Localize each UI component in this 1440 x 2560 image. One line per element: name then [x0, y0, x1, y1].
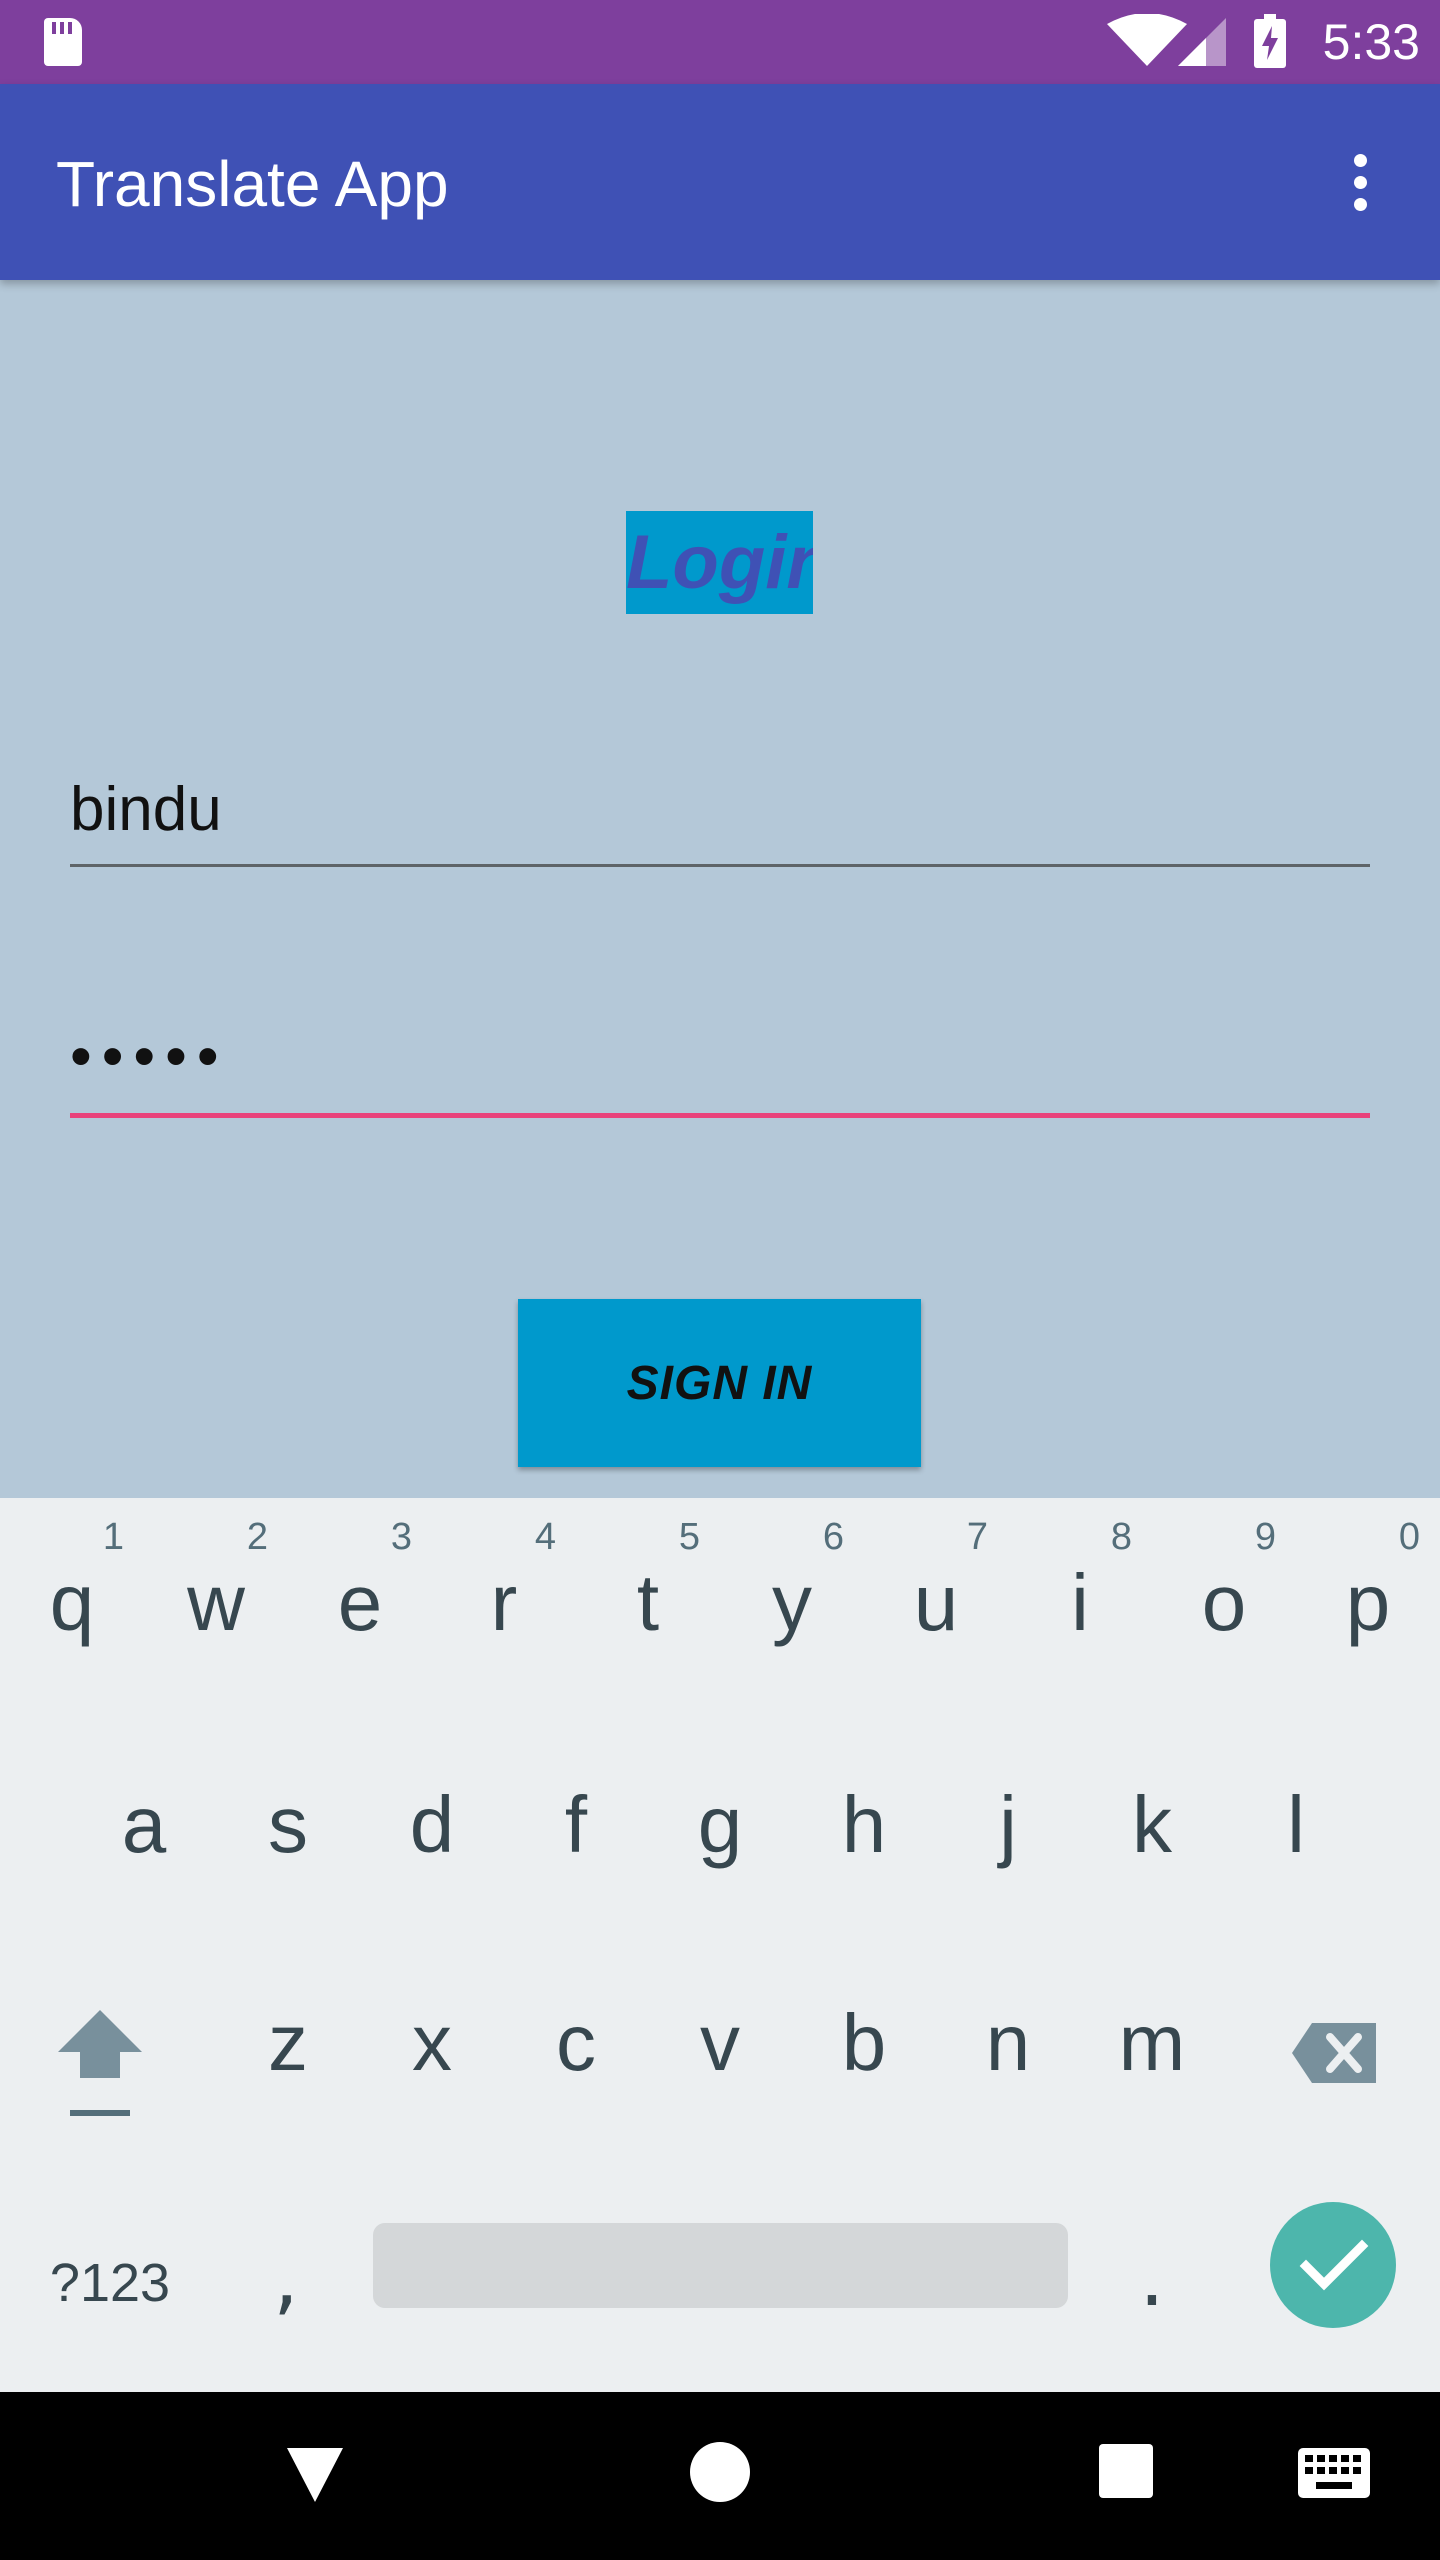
key-letter: z [268, 1998, 308, 2087]
key-letter: x [412, 1998, 452, 2087]
username-field[interactable] [70, 755, 1370, 867]
key-f[interactable]: f [504, 1720, 648, 1920]
key-e[interactable]: 3e [288, 1498, 432, 1698]
soft-keyboard: 1q2w3e4r5t6y7u8i9o0p a s d f g h j k l z x c v b nm ?… [0, 1498, 1440, 2392]
login-heading: Login [626, 511, 813, 614]
app-bar: Translate App [0, 84, 1440, 280]
recents-icon[interactable] [1099, 2444, 1153, 2498]
home-icon[interactable] [690, 2442, 750, 2502]
key-letter: w [187, 1558, 245, 1647]
key-p[interactable]: 0p [1296, 1498, 1440, 1698]
key-letter: a [121, 1780, 167, 1869]
more-vert-icon[interactable] [1330, 132, 1390, 232]
key-letter: s [268, 1780, 308, 1869]
comma-key[interactable]: , [236, 2218, 336, 2338]
keyboard-row-3: z x c v b nm [0, 1938, 1440, 2138]
key-d[interactable]: d [360, 1720, 504, 1920]
key-letter: p [1345, 1558, 1391, 1647]
key-letter: n [985, 1998, 1031, 2087]
key-letter: r [490, 1558, 518, 1647]
key-w[interactable]: 2w [144, 1498, 288, 1698]
spacebar[interactable] [373, 2223, 1068, 2308]
key-a[interactable]: a [72, 1720, 216, 1920]
enter-key[interactable] [1270, 2202, 1396, 2328]
symbols-key[interactable]: ?123 [30, 2243, 190, 2323]
key-m[interactable]: m [1080, 1938, 1224, 2138]
back-icon[interactable] [285, 2444, 345, 2504]
key-z[interactable]: z [216, 1938, 360, 2138]
navigation-bar [0, 2392, 1440, 2560]
signal-icon [1178, 18, 1226, 66]
key-letter: o [1201, 1558, 1247, 1647]
key-letter: u [913, 1558, 959, 1647]
key-s[interactable]: s [216, 1720, 360, 1920]
key-letter: l [1287, 1780, 1305, 1869]
shift-key-icon[interactable] [40, 1998, 160, 2138]
key-letter: j [999, 1780, 1017, 1869]
username-input[interactable] [70, 755, 1370, 864]
key-letter: k [1132, 1780, 1172, 1869]
key-letter: q [49, 1558, 95, 1647]
key-y[interactable]: 6y [720, 1498, 864, 1698]
key-u[interactable]: 7u [864, 1498, 1008, 1698]
key-letter: h [841, 1780, 887, 1869]
period-key[interactable]: . [1102, 2218, 1202, 2338]
key-q[interactable]: 1q [0, 1498, 144, 1698]
key-b[interactable]: b [792, 1938, 936, 2138]
key-letter: i [1071, 1558, 1089, 1647]
key-letter: y [772, 1558, 812, 1647]
key-c[interactable]: c [504, 1938, 648, 2138]
key-o[interactable]: 9o [1152, 1498, 1296, 1698]
status-bar: 5:33 [0, 0, 1440, 84]
checkmark-icon [1299, 2239, 1369, 2291]
backspace-key-icon[interactable] [1290, 2013, 1380, 2093]
keyboard-switch-icon[interactable] [1298, 2448, 1370, 2498]
key-r[interactable]: 4r [432, 1498, 576, 1698]
key-l[interactable]: l [1224, 1720, 1368, 1920]
key-letter: b [841, 1998, 887, 2087]
key-k[interactable]: k [1080, 1720, 1224, 1920]
password-input[interactable] [70, 1000, 1370, 1113]
keyboard-row-2: asdfghjkl [0, 1720, 1440, 1920]
key-letter: v [700, 1998, 740, 2087]
key-letter: e [337, 1558, 383, 1647]
key-i[interactable]: 8i [1008, 1498, 1152, 1698]
battery-charging-icon [1254, 14, 1286, 68]
key-x[interactable]: x [360, 1938, 504, 2138]
sd-card-icon [44, 18, 82, 66]
key-j[interactable]: j [936, 1720, 1080, 1920]
key-g[interactable]: g [648, 1720, 792, 1920]
key-letter: g [697, 1780, 743, 1869]
password-field[interactable] [70, 1000, 1370, 1118]
app-title: Translate App [56, 148, 449, 220]
key-t[interactable]: 5t [576, 1498, 720, 1698]
key-v[interactable]: v [648, 1938, 792, 2138]
keyboard-row-1: 1q2w3e4r5t6y7u8i9o0p [0, 1498, 1440, 1698]
key-letter: c [556, 1998, 596, 2087]
key-letter: d [409, 1780, 455, 1869]
key-n[interactable]: n [936, 1938, 1080, 2138]
key-letter: m [1118, 1998, 1186, 2087]
status-clock: 5:33 [1322, 14, 1420, 70]
key-letter: f [564, 1780, 588, 1869]
key-letter: t [636, 1558, 660, 1647]
key-h[interactable]: h [792, 1720, 936, 1920]
sign-in-button[interactable]: SIGN IN [518, 1299, 921, 1467]
